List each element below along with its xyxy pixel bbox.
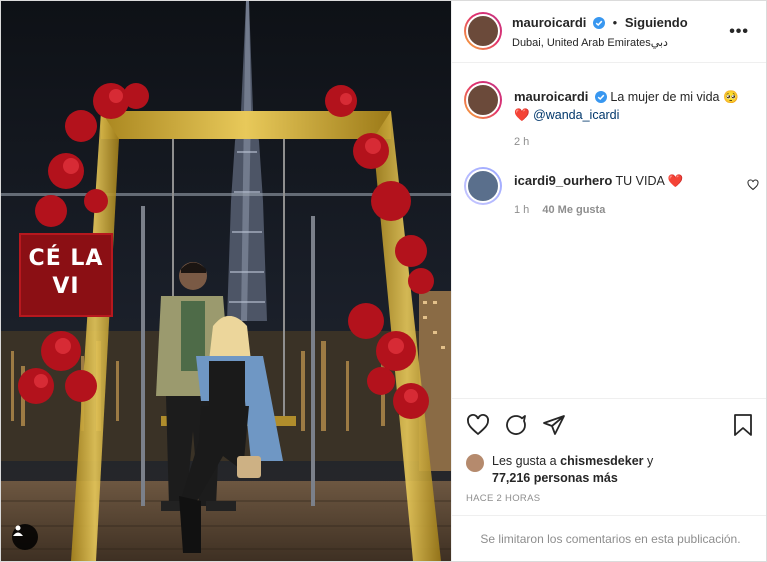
- likes-count[interactable]: 77,216 personas más: [492, 471, 618, 485]
- comment-meta: 1 h 40 Me gusta: [514, 204, 605, 216]
- pleading-emoji: 🥺: [722, 90, 739, 104]
- caption-text-block: mauroicardi La mujer de mi vida 🥺 ❤️ @wa…: [514, 88, 754, 124]
- likes-conj: y: [647, 454, 654, 468]
- comments-disabled-notice: Se limitaron los comentarios en esta pub…: [452, 515, 766, 561]
- commenter-avatar[interactable]: [464, 167, 502, 205]
- user-tag-icon: [13, 525, 23, 536]
- comment-item: icardi9_ourhero TU VIDA ❤️ 1 h 40 Me gus…: [464, 167, 759, 221]
- more-options-icon[interactable]: •••: [729, 23, 749, 41]
- post-sidebar: mauroicardi • Siguiendo Dubai, United Ar…: [451, 1, 766, 561]
- sign-line1: CÉ LA: [28, 246, 104, 271]
- likes-line-1: Les gusta a chismesdeker y: [492, 454, 653, 468]
- commenter-username[interactable]: icardi9_ourhero: [514, 173, 612, 188]
- post-header: mauroicardi • Siguiendo Dubai, United Ar…: [452, 1, 766, 63]
- comment-text: TU VIDA: [615, 174, 665, 188]
- sign-line2: VI: [52, 274, 80, 299]
- user-tag-button[interactable]: [12, 524, 38, 550]
- cela-vi-sign: CÉ LA VI: [19, 233, 113, 317]
- caption-username[interactable]: mauroicardi: [514, 89, 588, 104]
- comment-heart-emoji: ❤️: [667, 174, 684, 188]
- comment-likes[interactable]: 40 Me gusta: [542, 204, 605, 216]
- comment-body: icardi9_ourhero TU VIDA ❤️: [514, 173, 683, 189]
- author-username[interactable]: mauroicardi: [512, 15, 586, 30]
- post-photo[interactable]: CÉ LA VI: [1, 1, 451, 561]
- verified-badge-icon: [593, 17, 606, 29]
- caption-mention[interactable]: @wanda_icardi: [533, 108, 619, 122]
- following-button[interactable]: Siguiendo: [625, 15, 688, 30]
- comment-icon[interactable]: [504, 413, 528, 437]
- post-timestamp[interactable]: HACE 2 HORAS: [466, 493, 540, 504]
- verified-badge-icon: [594, 91, 607, 103]
- caption-author-avatar[interactable]: [464, 81, 502, 119]
- caption-heart-emoji: ❤️: [514, 108, 530, 122]
- heart-icon[interactable]: [466, 413, 490, 437]
- comment-like-heart-icon[interactable]: [747, 179, 759, 191]
- likes-prefix: Les gusta a: [492, 454, 557, 468]
- liker-username[interactable]: chismesdeker: [560, 454, 643, 468]
- header-user-line: mauroicardi • Siguiendo: [512, 15, 688, 30]
- header-separator: •: [612, 15, 618, 30]
- share-icon[interactable]: [542, 413, 566, 437]
- bookmark-icon[interactable]: [732, 413, 754, 437]
- post-location[interactable]: Dubai, United Arab Emiratesدبي: [512, 36, 668, 49]
- comment-time[interactable]: 1 h: [514, 204, 529, 216]
- caption-text: La mujer de mi vida: [610, 90, 720, 104]
- liker-avatar[interactable]: [466, 454, 484, 472]
- caption-timestamp[interactable]: 2 h: [514, 136, 529, 148]
- author-avatar[interactable]: [464, 12, 502, 50]
- action-bar: [452, 398, 766, 446]
- instagram-post: CÉ LA VI mauroicardi • Siguiendo Dubai,: [0, 0, 767, 562]
